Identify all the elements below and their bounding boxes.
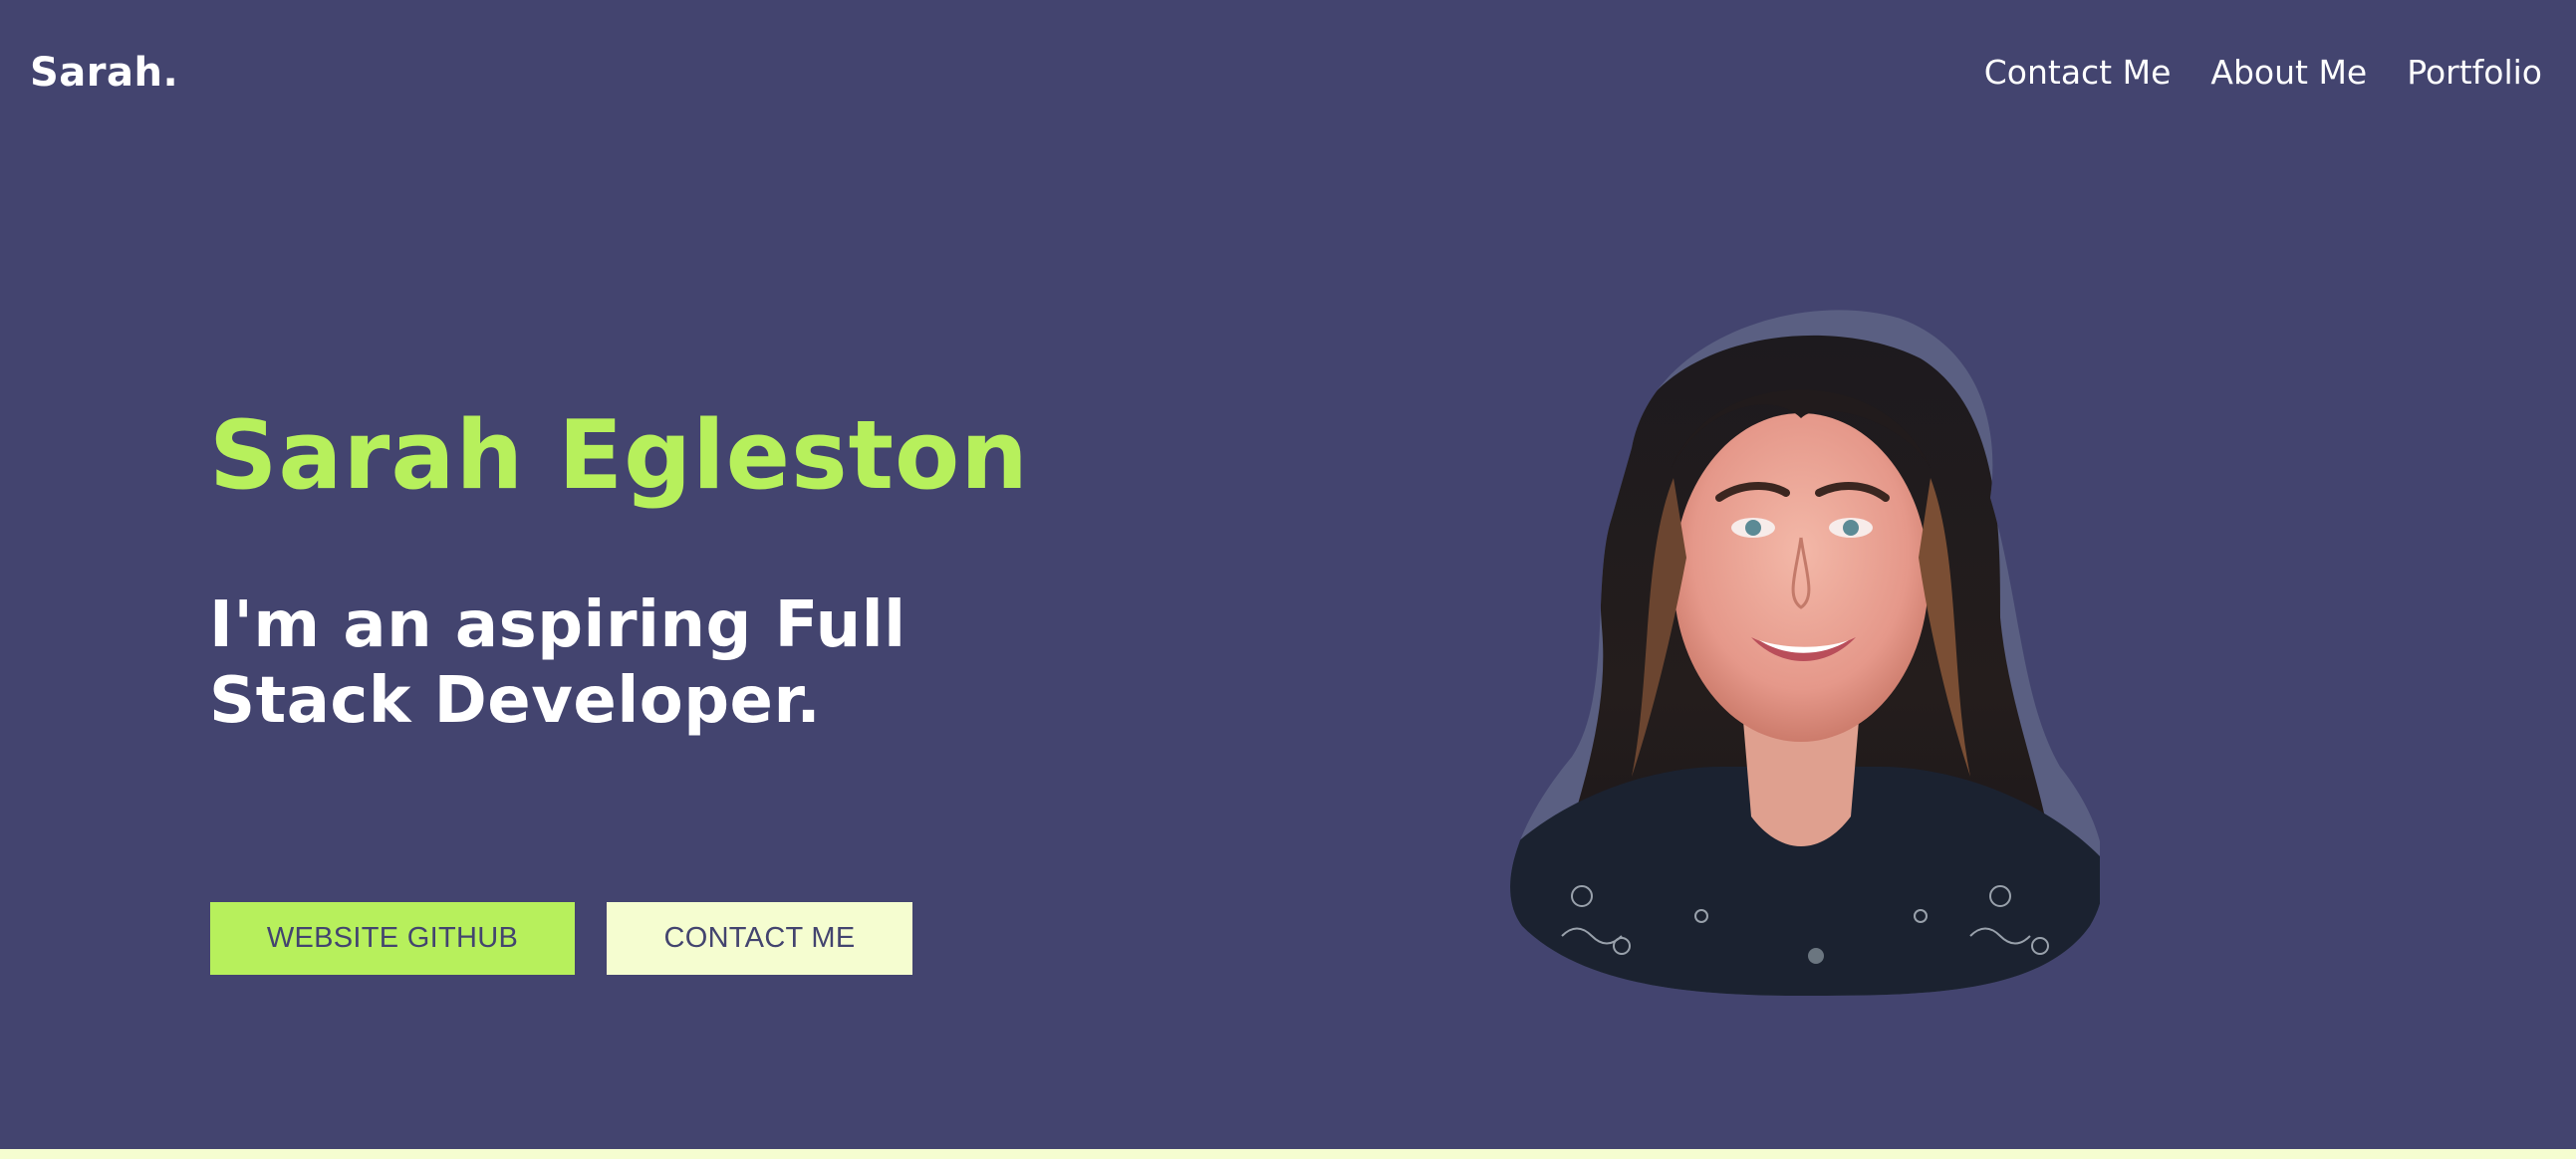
- portrait-photo: [1510, 310, 2100, 996]
- navbar: Sarah. Contact Me About Me Portfolio: [0, 0, 2576, 144]
- nav-links: Contact Me About Me Portfolio: [1984, 48, 2542, 98]
- nav-link-about-me[interactable]: About Me: [2210, 48, 2367, 98]
- hero-name: Sarah Egleston: [209, 401, 1029, 511]
- contact-me-button[interactable]: CONTACT ME: [607, 902, 912, 975]
- nav-link-portfolio[interactable]: Portfolio: [2407, 48, 2542, 98]
- site-logo[interactable]: Sarah.: [30, 48, 178, 98]
- website-github-button[interactable]: WEBSITE GITHUB: [210, 902, 575, 975]
- hero-tagline: I'm an aspiring Full Stack Developer.: [209, 588, 906, 738]
- bottom-divider: [0, 1149, 2576, 1159]
- nav-link-contact-me[interactable]: Contact Me: [1984, 48, 2172, 98]
